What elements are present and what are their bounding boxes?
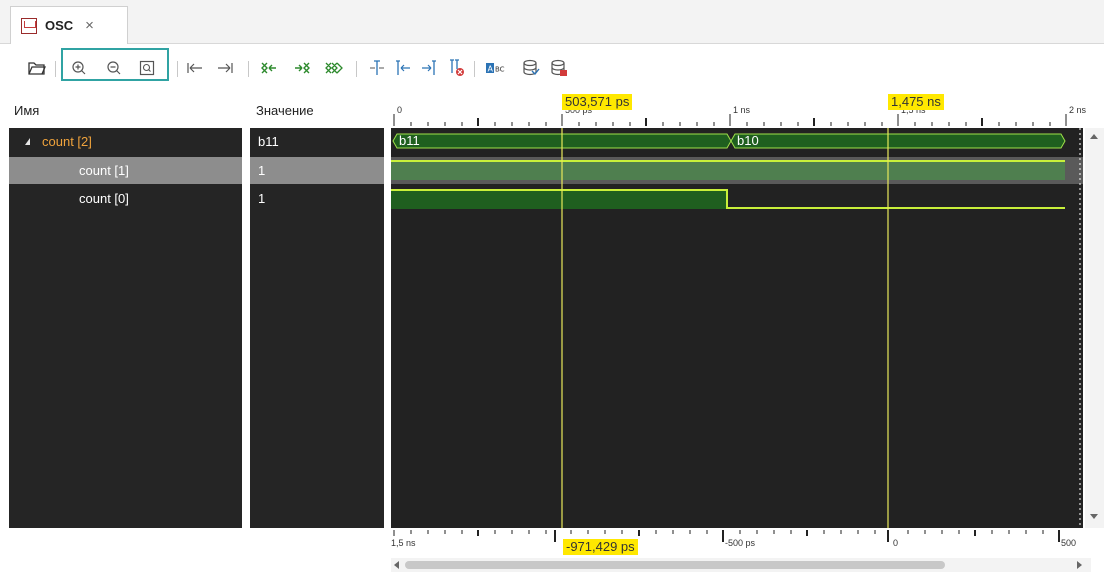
horizontal-scroll-thumb[interactable] — [405, 561, 945, 569]
database-export-icon[interactable] — [548, 57, 570, 79]
signal-count-0-high — [391, 190, 727, 209]
ruler-tick-label: 2 ns — [1069, 105, 1087, 115]
signal-row-count-1[interactable]: count [1] — [9, 157, 242, 184]
signal-name: count [1] — [79, 163, 129, 178]
vertical-scrollbar[interactable] — [1085, 128, 1104, 528]
scroll-up-icon[interactable] — [1090, 134, 1098, 139]
next-marker-icon[interactable] — [418, 57, 440, 79]
value-row: 1 — [250, 185, 384, 212]
signal-value: 1 — [258, 191, 266, 206]
bus-segment-b10 — [730, 133, 1066, 149]
signal-count-1-high — [391, 161, 1065, 180]
zoom-out-icon[interactable] — [103, 57, 125, 79]
open-folder-icon[interactable] — [26, 57, 48, 79]
toolbar: A BC — [0, 45, 1104, 93]
bus-label-2: b10 — [737, 133, 759, 148]
zoom-in-icon[interactable] — [68, 57, 90, 79]
signal-name-list: count [2] count [1] count [0] — [9, 128, 242, 528]
database-icon[interactable] — [520, 57, 542, 79]
zoom-fit-icon[interactable] — [136, 57, 158, 79]
value-row: 1 — [250, 157, 384, 184]
tab-bar: OSC × — [0, 0, 1104, 44]
signal-value: b11 — [258, 134, 279, 149]
value-column-header[interactable]: Значение — [256, 96, 314, 124]
ruler-tick-label: -500 ps — [725, 538, 756, 548]
scroll-left-icon[interactable] — [394, 561, 399, 569]
waveform-panel[interactable]: b11 b10 — [391, 128, 1083, 528]
scroll-down-icon[interactable] — [1090, 514, 1098, 519]
time-ruler-bottom[interactable]: 1,5 ns -500 ps 0 500 -971,429 ps — [391, 528, 1091, 558]
swap-cursors-icon[interactable] — [323, 57, 345, 79]
tab-title: OSC — [45, 18, 74, 33]
toolbar-separator — [474, 61, 475, 77]
go-to-end-icon[interactable] — [214, 57, 236, 79]
go-to-start-icon[interactable] — [184, 57, 206, 79]
add-marker-icon[interactable] — [366, 57, 388, 79]
ruler-tick-label: 1 ns — [733, 105, 751, 115]
cursor-delta-label[interactable]: -971,429 ps — [563, 539, 638, 555]
expand-triangle-icon[interactable] — [25, 138, 30, 145]
signal-value: 1 — [258, 163, 266, 178]
value-row: b11 — [250, 128, 384, 155]
waveform-canvas — [391, 128, 1083, 528]
svg-text:BC: BC — [495, 66, 505, 74]
bus-label-1: b11 — [399, 133, 420, 148]
signal-row-count-2[interactable]: count [2] — [9, 128, 242, 155]
ruler-tick-label: 500 — [1061, 538, 1077, 548]
signal-name: count [0] — [79, 191, 129, 206]
tab-osc[interactable]: OSC × — [10, 6, 128, 44]
cursor-1-time-label[interactable]: 503,571 ps — [562, 94, 633, 110]
radix-icon[interactable]: A BC — [486, 57, 508, 79]
toolbar-separator — [177, 61, 178, 77]
scroll-right-icon[interactable] — [1077, 561, 1082, 569]
delete-marker-icon[interactable] — [445, 57, 467, 79]
prev-transition-icon[interactable] — [258, 57, 280, 79]
time-ruler-top[interactable]: 0 500 ps 1 ns 1,5 ns 2 ns 503,571 ps 1,4… — [391, 92, 1091, 128]
signal-row-count-0[interactable]: count [0] — [9, 185, 242, 212]
cursor-2-time-label[interactable]: 1,475 ns — [888, 94, 944, 110]
waveform-window: OSC × A BC Имя Значение count [2] count … — [0, 0, 1104, 573]
ruler-tick-label: 0 — [397, 105, 403, 115]
toolbar-separator — [55, 61, 56, 77]
horizontal-scrollbar[interactable] — [391, 558, 1091, 572]
ruler-tick-label: 1,5 ns — [391, 538, 416, 548]
toolbar-separator — [248, 61, 249, 77]
name-column-header[interactable]: Имя — [14, 96, 39, 124]
close-icon[interactable]: × — [85, 17, 94, 34]
next-transition-icon[interactable] — [291, 57, 313, 79]
toolbar-separator — [356, 61, 357, 77]
ruler-tick-label: 0 — [893, 538, 899, 548]
signal-value-list: b11 1 1 — [250, 128, 384, 528]
svg-text:A: A — [488, 65, 494, 74]
waveform-icon — [21, 17, 37, 34]
signal-name: count [2] — [42, 134, 92, 149]
prev-marker-icon[interactable] — [392, 57, 414, 79]
